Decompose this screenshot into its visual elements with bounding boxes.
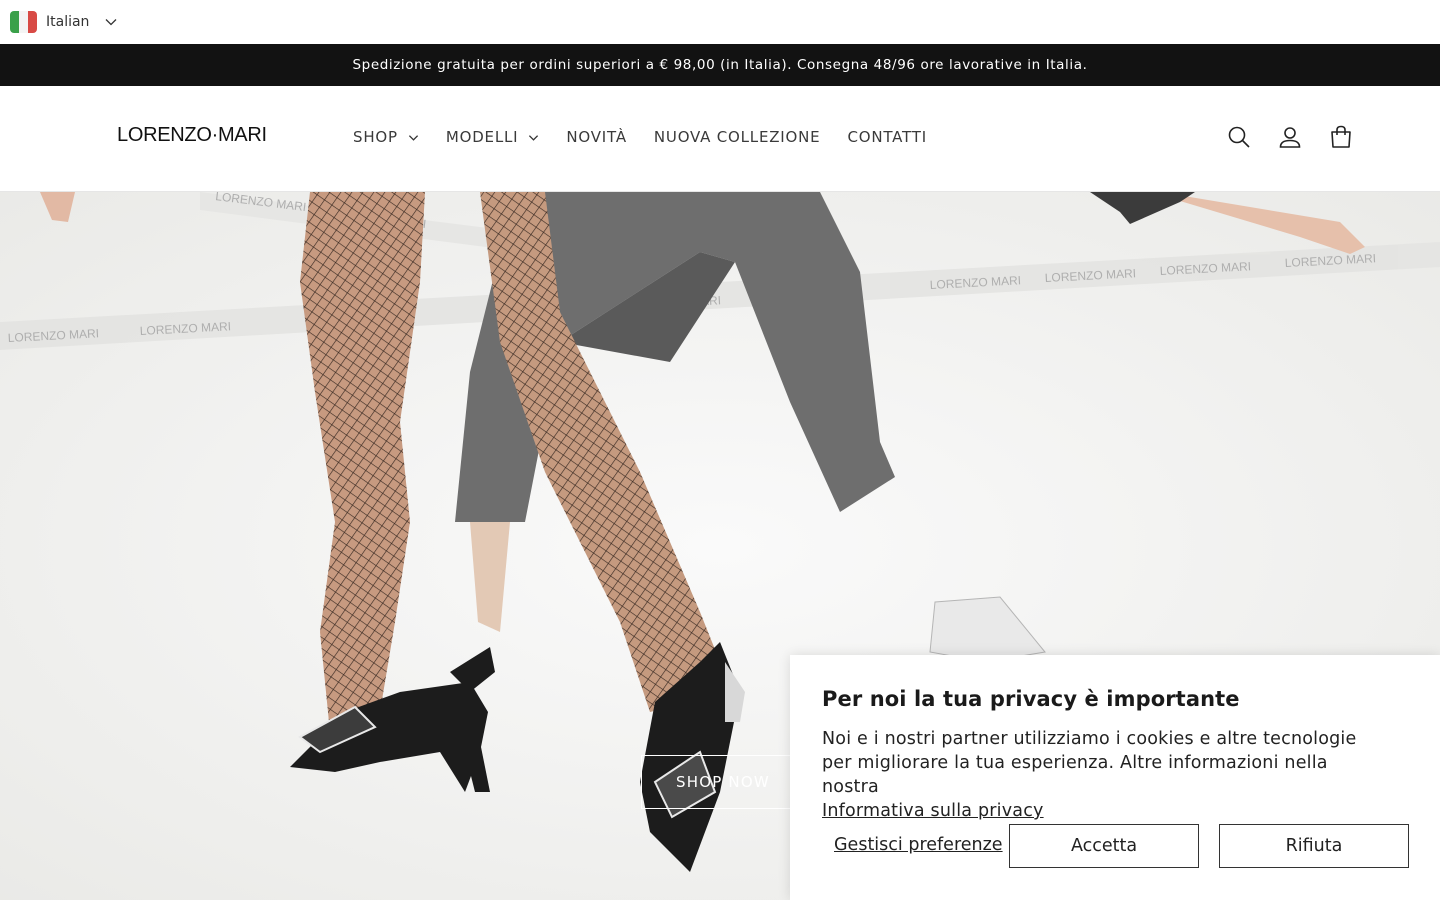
reject-button[interactable]: Rifiuta [1219, 824, 1409, 868]
search-icon [1228, 126, 1250, 148]
chevron-down-icon [105, 19, 117, 26]
cookie-banner: Per noi la tua privacy è importante Noi … [790, 655, 1440, 900]
account-icon [1279, 127, 1301, 148]
cookie-body: Noi e i nostri partner utilizziamo i coo… [822, 727, 1382, 823]
shop-now-button[interactable]: SHOP NOW [641, 755, 811, 809]
language-selector[interactable]: Italian [10, 10, 117, 34]
account-button[interactable] [1277, 124, 1303, 150]
nav-item-label: CONTATTI [847, 128, 927, 146]
manage-preferences-button[interactable]: Gestisci preferenze [834, 835, 1003, 855]
nav-item-modelli[interactable]: MODELLI [446, 126, 540, 148]
announcement-text: Spedizione gratuita per ordini superiori… [352, 57, 1088, 73]
shop-now-label: SHOP NOW [676, 773, 770, 791]
cart-icon [1331, 125, 1351, 148]
announcement-bar: Spedizione gratuita per ordini superiori… [0, 44, 1440, 86]
site-header: LORENZO·MARI SHOP MODELLI NOVITÀ NUOVA C… [0, 86, 1440, 192]
brand-logo[interactable]: LORENZO·MARI [117, 124, 267, 147]
language-bar: Italian [0, 0, 1440, 44]
header-icons [1226, 124, 1354, 150]
nav-item-nuova-collezione[interactable]: NUOVA COLLEZIONE [654, 126, 821, 148]
accept-button[interactable]: Accetta [1009, 824, 1199, 868]
nav-item-label: MODELLI [445, 128, 519, 146]
nav-item-shop[interactable]: SHOP [353, 126, 419, 148]
cookie-body-text: Noi e i nostri partner utilizziamo i coo… [822, 729, 1357, 797]
cart-button[interactable] [1328, 124, 1354, 150]
chevron-down-icon [529, 134, 539, 141]
search-button[interactable] [1226, 124, 1252, 150]
nav-item-contatti[interactable]: CONTATTI [847, 126, 926, 148]
nav-item-label: NUOVA COLLEZIONE [653, 128, 821, 146]
nav-item-label: SHOP [353, 128, 398, 146]
chevron-down-icon [408, 134, 418, 141]
nav-item-novita[interactable]: NOVITÀ [566, 126, 627, 148]
privacy-policy-link[interactable]: Informativa sulla privacy [822, 801, 1044, 821]
language-label: Italian [46, 14, 90, 30]
cookie-title: Per noi la tua privacy è importante [822, 687, 1240, 711]
nav-item-label: NOVITÀ [566, 128, 627, 146]
main-nav: SHOP MODELLI NOVITÀ NUOVA COLLEZIONE CON… [353, 126, 954, 148]
italy-flag-icon [10, 11, 37, 33]
